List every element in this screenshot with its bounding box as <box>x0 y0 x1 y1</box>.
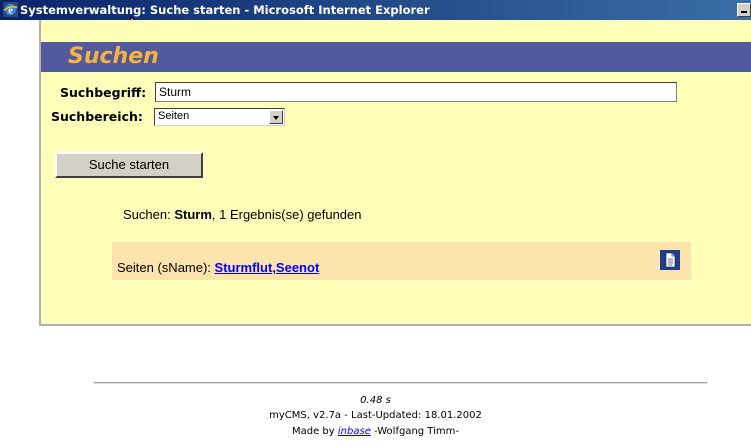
search-area-label: Suchbereich: <box>51 109 143 124</box>
results-summary-prefix: Suchen: <box>123 207 171 222</box>
minimize-button[interactable] <box>737 3 751 17</box>
footer-author: -Wolfgang Timm- <box>374 426 459 437</box>
window-titlebar: e Systemverwaltung: Suche starten - Micr… <box>0 0 751 20</box>
footer-render-time: 0.48 s <box>360 395 391 406</box>
footer-credits: Made by inbase -Wolfgang Timm- <box>0 426 751 437</box>
result-row: Seiten (sName): Sturmflut,Seenot <box>117 260 319 275</box>
search-term-input[interactable] <box>155 82 677 102</box>
window-title: Systemverwaltung: Suche starten - Micros… <box>20 3 430 17</box>
result-row-label: Seiten (sName): <box>117 260 211 275</box>
footer-made-by: Made by <box>292 426 335 437</box>
footer-divider <box>94 382 707 384</box>
result-link[interactable]: Sturmflut,Seenot <box>215 260 320 275</box>
search-area-select[interactable]: Seiten <box>154 108 285 126</box>
footer-brand-link[interactable]: inbase <box>338 426 371 437</box>
search-term-label: Suchbegriff: <box>60 85 147 100</box>
chevron-down-icon[interactable] <box>269 110 283 124</box>
search-area-selected: Seiten <box>158 110 190 122</box>
results-summary: Suchen: Sturm, 1 Ergebnis(se) gefunden <box>123 207 362 222</box>
ie-logo-icon: e <box>3 2 18 17</box>
footer-version: myCMS, v2.7a - Last-Updated: 18.01.2002 <box>269 410 482 421</box>
page-title: Suchen <box>68 44 159 69</box>
results-summary-count: , 1 Ergebnis(se) gefunden <box>211 207 362 222</box>
document-icon[interactable] <box>660 250 680 270</box>
start-search-button[interactable]: Suche starten <box>55 152 203 178</box>
results-summary-query: Sturm <box>174 207 212 222</box>
